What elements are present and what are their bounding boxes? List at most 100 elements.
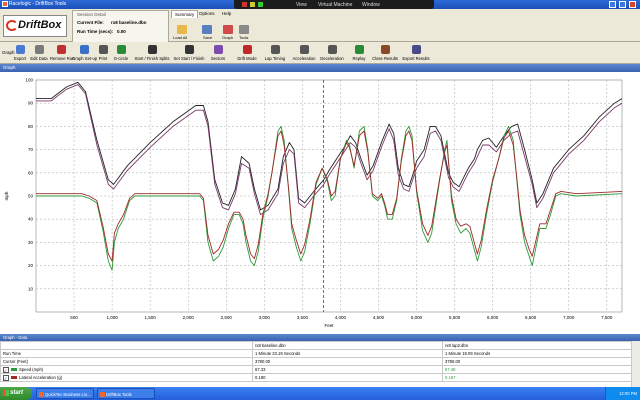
- lateral-accel-checkbox[interactable]: ✓: [3, 374, 9, 381]
- vm-menu-virtual-machine[interactable]: Virtual Machine: [318, 2, 352, 8]
- load-all-label[interactable]: Load All: [173, 35, 187, 40]
- x-tick-label: 5,000: [411, 315, 423, 320]
- clock: 12:00 PM: [619, 391, 637, 396]
- toolbar-button-label: Graph Set-up: [72, 56, 98, 61]
- taskbar-item-quicktec[interactable]: QuickTec Business Lin...: [36, 388, 94, 399]
- table-row: Run Time 1 Minute 23.19 Seconds 1 Minute…: [0, 349, 633, 358]
- app-icon: [2, 1, 8, 7]
- current-file-value: rx8 baseline.dbn: [111, 20, 147, 25]
- x-tick-label: 1,500: [145, 315, 157, 320]
- close-button[interactable]: [629, 1, 636, 8]
- app-header: DriftBox Session Detail Current File: rx…: [0, 9, 640, 43]
- tools-label[interactable]: Tools: [239, 35, 248, 40]
- vm-close-icon[interactable]: [242, 2, 247, 7]
- save-icon[interactable]: [202, 25, 212, 34]
- data-scrollbar[interactable]: [631, 341, 640, 387]
- toolbar-button-replay[interactable]: Replay: [348, 44, 370, 62]
- toolbar-button-remove-run[interactable]: Remove Run: [50, 44, 75, 62]
- graph-label[interactable]: Graph: [222, 35, 233, 40]
- toolbar-button-g-circle[interactable]: G-circle: [112, 44, 130, 62]
- edit-icon: [34, 45, 44, 54]
- tab-help[interactable]: Help: [219, 10, 234, 18]
- toolbar-button-label: Close Results: [372, 56, 398, 61]
- vm-zoom-icon[interactable]: [258, 2, 263, 7]
- tools-icon[interactable]: [239, 25, 249, 34]
- toolbar-button-label: Deceleration: [320, 56, 344, 61]
- toolbar-button-edit-data[interactable]: Edit Data: [30, 44, 48, 62]
- save-label[interactable]: Save: [203, 35, 212, 40]
- toolbar-button-close-results[interactable]: Close Results: [372, 44, 398, 62]
- print-icon: [98, 45, 108, 54]
- y-axis-label: mph: [4, 191, 9, 200]
- x-tick-label: 4,500: [373, 315, 385, 320]
- x-tick-label: 2,500: [221, 315, 233, 320]
- row-value: 67.33: [252, 365, 443, 374]
- task-label: QuickTec Business Lin...: [45, 392, 91, 397]
- data-panel-header: Graph - Data: [0, 334, 640, 341]
- y-tick-label: 40: [28, 217, 34, 222]
- remove-icon: [56, 45, 66, 54]
- load-all-icon[interactable]: [177, 25, 187, 34]
- graph-toolbar: Graph Export Edit Data Remove Run Graph Set…: [0, 42, 640, 64]
- close-results-icon: [380, 45, 390, 54]
- lateral-accel-swatch: [11, 376, 17, 379]
- toolbar-button-drift-mode[interactable]: Drift Mode: [234, 44, 260, 62]
- row-value: 0.180: [252, 373, 443, 382]
- row-value: 3780.00: [252, 357, 443, 366]
- toolbar-button-label: Export: [13, 56, 27, 61]
- window-title: Racelogic - DriftBox Tools: [9, 1, 67, 7]
- toolbar-button-graph-set-up[interactable]: Graph Set-up: [72, 44, 98, 62]
- speed-chart[interactable]: 500 1,000 1,500 2,000 2,500 3,000 3,500 4,000 4,…: [0, 72, 640, 334]
- y-tick-label: 30: [28, 240, 34, 245]
- stopwatch-icon: [270, 45, 280, 54]
- taskbar-item-driftbox[interactable]: DriftBox Tools: [97, 388, 155, 399]
- toolbar-button-deceleration[interactable]: Deceleration: [318, 44, 346, 62]
- x-tick-label: 500: [70, 315, 78, 320]
- run-time-value: 0.00: [117, 29, 126, 34]
- toolbar-button-label: Edit Data: [30, 56, 48, 61]
- vm-menu-bar: View Virtual Machine Window: [234, 0, 434, 9]
- y-tick-label: 50: [28, 194, 34, 199]
- toolbar-button-label: Sectors: [210, 56, 226, 61]
- vm-menu-window[interactable]: Window: [362, 2, 380, 8]
- toolbar-button-acceleration[interactable]: Acceleration: [290, 44, 318, 62]
- vm-minimize-icon[interactable]: [250, 2, 255, 7]
- toolbar-button-sectors[interactable]: Sectors: [206, 44, 230, 62]
- row-label-cell: ✓ Speed (mph): [0, 365, 253, 374]
- graph-panel-header: Graph: [0, 64, 640, 72]
- row-label: Run Time: [0, 349, 253, 358]
- toolbar-button-export[interactable]: Export: [12, 44, 28, 62]
- vm-menu-view[interactable]: View: [296, 2, 307, 8]
- table-row: ✓ Lateral Acceleration (g) 0.180 0.167: [0, 373, 633, 382]
- x-tick-label: 3,000: [259, 315, 271, 320]
- toolbar-button-label: Remove Run: [50, 56, 75, 61]
- x-tick-label: 6,000: [487, 315, 499, 320]
- toolbar-button-label: Replay: [352, 56, 366, 61]
- row-label: Cursor (Feet): [0, 357, 253, 366]
- row-value: 57.48: [442, 365, 633, 374]
- tab-summary[interactable]: Summary: [171, 10, 199, 18]
- graph-panel-title: Graph: [3, 65, 16, 70]
- toolbar-button-export-results[interactable]: Export Results: [400, 44, 432, 62]
- toolbar-button-lap-timing[interactable]: Lap Timing: [262, 44, 288, 62]
- graph-icon[interactable]: [223, 25, 233, 34]
- speed-checkbox[interactable]: ✓: [3, 366, 9, 373]
- current-file-label: Current File:: [77, 20, 104, 25]
- row-label: Speed (mph): [19, 366, 44, 372]
- x-tick-label: 7,000: [563, 315, 575, 320]
- replay-icon: [354, 45, 364, 54]
- y-tick-label: 10: [28, 286, 34, 291]
- start-button[interactable]: start: [0, 387, 32, 400]
- taskbar: start QuickTec Business Lin... DriftBox …: [0, 387, 640, 400]
- minimize-button[interactable]: [609, 1, 616, 8]
- toolbar-button-print[interactable]: Print: [96, 44, 110, 62]
- table-row: Cursor (Feet) 3780.00 3780.00: [0, 357, 633, 366]
- tab-options[interactable]: Options: [196, 10, 218, 18]
- graph-panel[interactable]: 500 1,000 1,500 2,000 2,500 3,000 3,500 4,000 4,…: [0, 72, 640, 334]
- row-label: Lateral Acceleration (g): [19, 374, 63, 380]
- y-tick-label: 100: [25, 78, 33, 83]
- toolbar-button-start-finish-splits[interactable]: Start / Finish Splits: [134, 44, 170, 62]
- maximize-button[interactable]: [619, 1, 626, 8]
- row-label-cell: ✓ Lateral Acceleration (g): [0, 373, 253, 382]
- toolbar-button-set-start-finish[interactable]: Set Start / Finish: [172, 44, 206, 62]
